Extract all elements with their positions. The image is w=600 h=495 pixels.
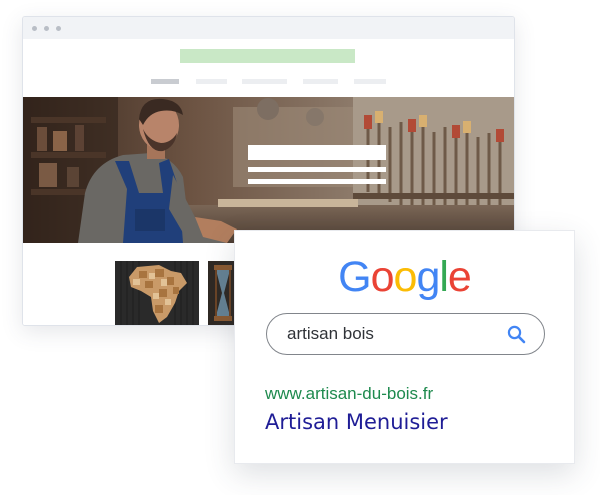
hero-text-placeholder [248, 167, 386, 172]
google-logo-letter: l [439, 253, 449, 301]
nav-item-placeholder[interactable] [242, 79, 287, 84]
hero-banner [23, 97, 514, 243]
browser-title-bar [23, 17, 514, 39]
google-logo-letter: g [416, 253, 440, 301]
google-logo-letter: o [370, 253, 395, 301]
nav-item-placeholder[interactable] [151, 79, 179, 84]
search-input[interactable]: artisan bois [266, 313, 545, 355]
hourglass-thumbnail[interactable] [208, 261, 236, 325]
google-logo: Google [235, 251, 574, 303]
window-dot-icon [32, 26, 37, 31]
window-dot-icon [56, 26, 61, 31]
nav-item-placeholder[interactable] [196, 79, 227, 84]
nav-item-placeholder[interactable] [303, 79, 338, 84]
result-title-link[interactable]: Artisan Menuisier [265, 410, 448, 434]
hero-heading-placeholder [248, 145, 386, 160]
window-dot-icon [44, 26, 49, 31]
site-header [23, 39, 514, 97]
google-logo-letter: o [393, 253, 418, 301]
africa-map-thumbnail[interactable] [115, 261, 199, 325]
search-query-text: artisan bois [287, 324, 374, 343]
nav-item-placeholder[interactable] [354, 79, 386, 84]
google-search-card: Google artisan bois www.artisan-du-bois.… [234, 230, 575, 464]
google-logo-letter: G [338, 253, 371, 301]
hero-text-placeholder [248, 179, 386, 184]
site-logo-placeholder[interactable] [180, 49, 355, 63]
result-url-link[interactable]: www.artisan-du-bois.fr [265, 384, 433, 404]
google-logo-letter: e [447, 253, 472, 301]
search-icon[interactable] [507, 325, 526, 344]
